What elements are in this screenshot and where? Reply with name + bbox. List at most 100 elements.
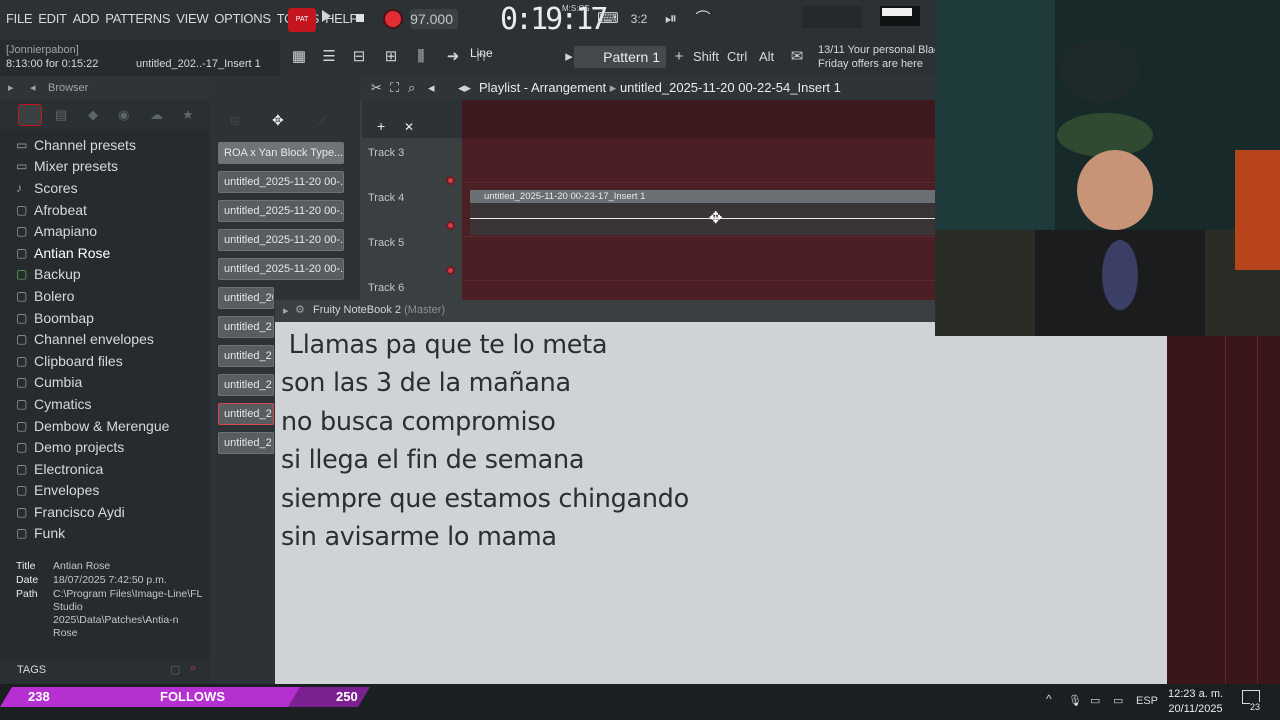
language-indicator[interactable]: ESP — [1136, 695, 1158, 707]
piano-roll-icon[interactable]: ☰ — [318, 48, 340, 66]
menu-view[interactable]: VIEW — [176, 11, 208, 26]
browser-item-cymatics[interactable]: ▢ Cymatics — [16, 393, 169, 415]
tag-folder-icon[interactable]: ▢ — [170, 663, 180, 676]
browser-item-francisco-aydi[interactable]: ▢ Francisco Aydi — [16, 501, 169, 523]
cloud-icon[interactable]: ☁ — [150, 107, 166, 123]
wait-input-icon[interactable]: ⏯ — [660, 10, 682, 28]
picker-clip[interactable]: untitled_2025-11-20 00-... — [218, 200, 344, 222]
playlist-timeline[interactable] — [462, 100, 935, 138]
microphone-icon[interactable]: 🎙 — [1068, 694, 1082, 707]
track-mute-button[interactable] — [446, 266, 455, 275]
menu-edit[interactable]: EDIT — [38, 11, 67, 26]
battery-icon[interactable]: ▭ — [1090, 694, 1100, 707]
browser-item-clipboard-files[interactable]: ▢ Clipboard files — [16, 350, 169, 372]
browser-item-dembow-merengue[interactable]: ▢ Dembow & Merengue — [16, 415, 169, 437]
browser-item-electronica[interactable]: ▢ Electronica — [16, 458, 169, 480]
browser-item-envelopes[interactable]: ▢ Envelopes — [16, 480, 169, 502]
audio-clip-header[interactable]: untitled_2025-11-20 00-23-17_Insert 1 — [470, 190, 935, 203]
menu-file[interactable]: FILE — [6, 11, 33, 26]
picker-move-icon[interactable]: ✥ — [272, 112, 284, 129]
playlist-icon[interactable]: ▦ — [288, 48, 310, 66]
slice-icon[interactable]: ✂ — [371, 80, 382, 96]
channel-rack-icon[interactable]: ⊟ — [348, 48, 370, 66]
notebook-titlebar[interactable]: ▸ ⚙ Fruity NoteBook 2 (Master) — [275, 300, 935, 322]
taskbar-clock[interactable]: 12:23 a. m. 20/11/2025 — [1168, 687, 1223, 717]
picker-clip[interactable]: untitled_2025-11-20 00-... — [218, 171, 344, 193]
browser-item-mixer-presets[interactable]: ▭ Mixer presets — [16, 156, 169, 178]
track-mute-button[interactable] — [446, 176, 455, 185]
back-icon[interactable]: ◂ — [30, 81, 36, 94]
track-label[interactable]: Track 6 — [368, 282, 404, 294]
tags-bar[interactable]: TAGS ▢ ⌕ — [0, 658, 210, 684]
sound-icon[interactable]: ◉ — [118, 107, 134, 123]
remove-track-icon[interactable]: ✕ — [404, 120, 414, 134]
select-icon[interactable]: ⛶ — [390, 80, 399, 96]
star-icon[interactable]: ★ — [182, 107, 198, 123]
picker-clip[interactable]: untitled_2 — [218, 345, 274, 367]
metronome-icon[interactable]: ⌒ — [692, 10, 714, 28]
browser-item-cumbia[interactable]: ▢ Cumbia — [16, 372, 169, 394]
shift-key[interactable]: Shift — [693, 49, 719, 64]
arrow-right-icon[interactable]: ➜ — [442, 48, 464, 66]
picker-clip[interactable]: untitled_2025-11-20 00-... — [218, 258, 344, 280]
track-mute-button[interactable] — [446, 221, 455, 230]
zoom-icon[interactable]: ⌕ — [408, 80, 415, 96]
playback-icon[interactable]: ◂ — [428, 80, 435, 96]
browser-item-boombap[interactable]: ▢ Boombap — [16, 307, 169, 329]
plugin-icon[interactable]: ⫼ — [410, 48, 432, 66]
pat-song-toggle[interactable]: PAT SONG — [288, 8, 316, 47]
picker-clip[interactable]: untitled_2025-11-20 00-... — [218, 229, 344, 251]
play-icon[interactable] — [322, 10, 331, 22]
track-label[interactable]: Track 5 — [368, 237, 404, 249]
browser-item-scores[interactable]: ♪ Scores — [16, 177, 169, 199]
picker-link-icon[interactable]: ⟋ — [318, 112, 328, 129]
browser-item-amapiano[interactable]: ▢ Amapiano — [16, 220, 169, 242]
typing-keyboard-icon[interactable]: 3:2 — [628, 10, 650, 28]
snap-selector[interactable]: Line — [470, 46, 493, 60]
browser-filter-button[interactable] — [18, 104, 42, 126]
alt-key[interactable]: Alt — [759, 49, 774, 64]
pattern-selector[interactable]: Pattern 1 — [574, 46, 666, 68]
picker-clip[interactable]: untitled_2 — [218, 316, 274, 338]
notebook-text-area[interactable]: Llamas pa que te lo meta son las 3 de la… — [275, 322, 1167, 684]
record-icon[interactable] — [383, 9, 403, 29]
picker-clip[interactable]: untitled_2 — [218, 374, 274, 396]
browser-item-antian-rose[interactable]: ▢ Antian Rose — [16, 242, 169, 264]
picker-clip[interactable]: untitled_2 — [218, 432, 274, 454]
picker-grid-icon[interactable]: ⊞ — [230, 114, 240, 128]
plugin-db-icon[interactable]: ◆ — [88, 107, 104, 123]
network-icon[interactable]: ▭ — [1113, 694, 1123, 707]
arrange-toggle-icon[interactable]: ◂▸ — [458, 80, 471, 96]
browser-item-backup[interactable]: ▢ Backup — [16, 264, 169, 286]
settings-gear-icon[interactable]: ⚙ — [295, 303, 305, 316]
tag-search-icon[interactable]: ⌕ — [190, 662, 196, 675]
ctrl-key[interactable]: Ctrl — [727, 49, 747, 64]
collapse-icon[interactable]: ▸ — [8, 81, 14, 94]
add-pattern-icon[interactable]: + — [668, 48, 690, 66]
all-files-icon[interactable]: ▤ — [55, 107, 71, 123]
mixer-icon[interactable]: ⊞ — [380, 48, 402, 66]
browser-item-funk[interactable]: ▢ Funk — [16, 523, 169, 545]
stop-icon[interactable] — [356, 14, 364, 22]
window-menu-icon[interactable]: ▸ — [283, 304, 289, 317]
news-promo[interactable]: 13/11 Your personal Black Friday offers … — [818, 43, 936, 71]
browser-item-channel-envelopes[interactable]: ▢ Channel envelopes — [16, 328, 169, 350]
browser-item-demo-projects[interactable]: ▢ Demo projects — [16, 436, 169, 458]
menu-patterns[interactable]: PATTERNS — [105, 11, 170, 26]
keyboard-icon[interactable]: ⌨ — [597, 10, 619, 28]
browser-item-channel-presets[interactable]: ▭ Channel presets — [16, 134, 169, 156]
browser-item-bolero[interactable]: ▢ Bolero — [16, 285, 169, 307]
news-icon[interactable]: ✉ — [786, 48, 808, 66]
menu-options[interactable]: OPTIONS — [214, 11, 271, 26]
picker-clip[interactable]: ROA x Yan Block Type... — [218, 142, 344, 164]
tray-chevron-icon[interactable]: ^ — [1046, 692, 1052, 706]
track-label[interactable]: Track 4 — [368, 192, 404, 204]
browser-item-afrobeat[interactable]: ▢ Afrobeat — [16, 199, 169, 221]
track-label[interactable]: Track 3 — [368, 147, 404, 159]
picker-clip[interactable]: untitled_2025-11-20 00-... — [218, 287, 274, 309]
picker-clip-selected[interactable]: untitled_2 — [218, 403, 274, 425]
audio-clip-body[interactable] — [470, 203, 935, 235]
add-track-icon[interactable]: + — [377, 118, 385, 134]
tempo-display[interactable]: 97.000 — [410, 9, 458, 29]
menu-add[interactable]: ADD — [73, 11, 100, 26]
